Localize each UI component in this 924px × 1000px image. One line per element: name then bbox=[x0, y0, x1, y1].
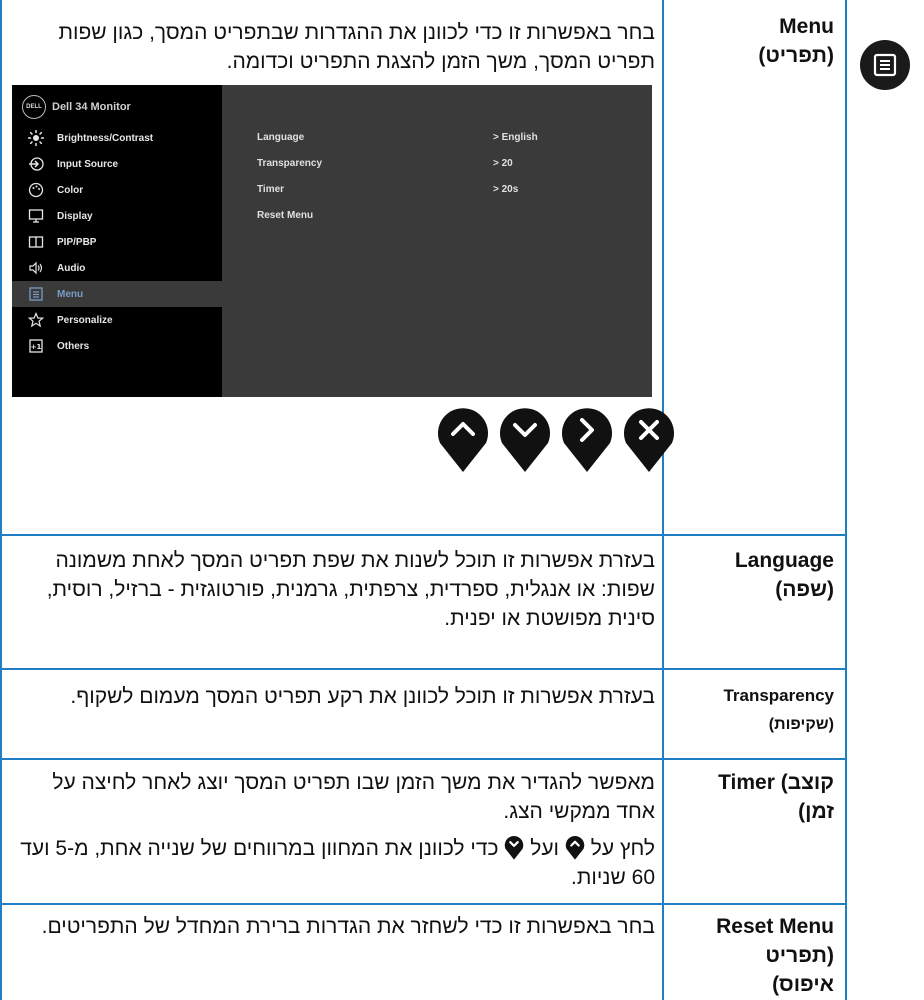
osd-menu-item[interactable]: Audio bbox=[12, 255, 222, 281]
osd-menu-item[interactable]: Menu bbox=[12, 281, 222, 307]
row-desc-language: בעזרת אפשרות זו תוכל לשנות את שפת תפריט … bbox=[10, 546, 655, 641]
row-name-en: Language bbox=[734, 549, 834, 572]
row-name-he1: (תפריט bbox=[765, 944, 834, 967]
osd-menu-item[interactable]: Color bbox=[12, 177, 222, 203]
osd-menu-item[interactable]: Input Source bbox=[12, 151, 222, 177]
row-desc-transparency: בעזרת אפשרות זו תוכל לכוונן את רקע תפריט… bbox=[10, 682, 655, 719]
row-name-transparency: Transparency (שקיפות) bbox=[696, 682, 834, 739]
osd-submenu-row[interactable]: Language > English bbox=[257, 132, 637, 154]
pip-icon bbox=[25, 234, 47, 250]
osd-submenu-row[interactable]: Reset Menu bbox=[257, 210, 637, 232]
row-name-line1: Timer (קוצב bbox=[718, 771, 834, 794]
osd-menu-item[interactable]: +1 Others bbox=[12, 333, 222, 359]
osd-menu-label: Audio bbox=[57, 262, 86, 274]
up-icon[interactable] bbox=[436, 403, 490, 473]
osd-submenu-row[interactable]: Transparency > 20 bbox=[257, 158, 637, 180]
osd-menu-label: PIP/PBP bbox=[57, 236, 97, 248]
osd-submenu-value: > 20s bbox=[493, 184, 519, 195]
osd-title: Dell 34 Monitor bbox=[52, 101, 131, 113]
osd-submenu-label: Language bbox=[257, 132, 305, 143]
desc-text: בעזרת אפשרות זו תוכל לכוונן את רקע תפריט… bbox=[70, 685, 655, 708]
display-icon bbox=[25, 208, 47, 224]
osd-submenu-label: Reset Menu bbox=[257, 210, 314, 221]
row-desc-timer: מאפשר להגדיר את משך הזמן שבו תפריט המסך … bbox=[10, 768, 655, 900]
osd-menu-item[interactable]: Personalize bbox=[12, 307, 222, 333]
osd-submenu-label: Timer bbox=[257, 184, 285, 195]
speaker-icon bbox=[25, 260, 47, 276]
input-icon bbox=[25, 156, 47, 172]
palette-icon bbox=[25, 182, 47, 198]
table-rule bbox=[0, 668, 846, 670]
dell-logo: DELL bbox=[22, 95, 46, 119]
section-icon-cell bbox=[846, 0, 924, 165]
desc-text: בחר באפשרות זו כדי לשחזר את הגדרות ברירת… bbox=[41, 915, 655, 938]
osd-menu-item[interactable]: Display bbox=[12, 203, 222, 229]
desc-text: בעזרת אפשרות זו תוכל לשנות את שפת תפריט … bbox=[46, 549, 655, 630]
table-rule bbox=[662, 0, 664, 1000]
row-name-en: Transparency bbox=[723, 686, 834, 705]
down-icon[interactable] bbox=[498, 403, 552, 473]
osd-menu-label: Others bbox=[57, 340, 90, 352]
osd-submenu-value: > English bbox=[493, 132, 538, 143]
row-name-menu: Menu (תפריט) bbox=[696, 12, 834, 70]
osd-submenu-value: > 20 bbox=[493, 158, 513, 169]
row-name-language: Language (שפה) bbox=[696, 546, 834, 604]
menu-icon bbox=[860, 40, 910, 90]
others-icon: +1 bbox=[25, 338, 47, 354]
svg-text:+1: +1 bbox=[31, 343, 42, 351]
close-icon[interactable] bbox=[622, 403, 676, 473]
row-name-he: (שקיפות) bbox=[768, 716, 834, 733]
osd-submenu-row[interactable]: Timer > 20s bbox=[257, 184, 637, 206]
desc-text: בחר באפשרות זו כדי לכוונן את ההגדרות שבת… bbox=[58, 21, 655, 73]
osd-menu-label: Personalize bbox=[57, 314, 113, 326]
table-rule bbox=[0, 903, 846, 905]
table-rule bbox=[0, 758, 846, 760]
osd-menu-label: Input Source bbox=[57, 158, 119, 170]
row-desc-menu: בחר באפשרות זו כדי לכוונן את ההגדרות שבת… bbox=[10, 18, 655, 84]
right-icon[interactable] bbox=[560, 403, 614, 473]
row-name-en: Reset Menu bbox=[716, 915, 834, 938]
desc-text: מאפשר להגדיר את משך הזמן שבו תפריט המסך … bbox=[52, 771, 655, 823]
row-name-reset: Reset Menu (תפריט איפוס) bbox=[696, 912, 834, 999]
osd-menu-label: Color bbox=[57, 184, 84, 196]
osd-menu-item[interactable]: Brightness/Contrast bbox=[12, 125, 222, 151]
down-icon bbox=[505, 835, 524, 860]
up-icon bbox=[565, 835, 585, 860]
osd-menu-label: Brightness/Contrast bbox=[57, 132, 154, 144]
osd-submenu-label: Transparency bbox=[257, 158, 323, 169]
row-name-timer: Timer (קוצב זמן) bbox=[696, 768, 834, 826]
osd-header: DELL Dell 34 Monitor bbox=[22, 95, 131, 119]
menu-icon bbox=[25, 286, 47, 302]
osd-screenshot: DELL Dell 34 Monitor Brightness/Contrast… bbox=[12, 85, 652, 397]
star-icon bbox=[25, 312, 47, 328]
row-desc-reset: בחר באפשרות זו כדי לשחזר את הגדרות ברירת… bbox=[10, 912, 655, 949]
sun-icon bbox=[25, 130, 47, 146]
row-name-line2: זמן) bbox=[798, 800, 834, 823]
osd-nav-buttons bbox=[436, 403, 676, 473]
row-name-he2: איפוס) bbox=[772, 973, 834, 996]
osd-menu-item[interactable]: PIP/PBP bbox=[12, 229, 222, 255]
row-name-en: Menu bbox=[779, 15, 834, 38]
osd-menu-label: Menu bbox=[57, 288, 84, 300]
table-rule bbox=[0, 534, 846, 536]
table-rule bbox=[0, 0, 2, 1000]
desc-text-buttons: לחץ על ועל כדי לכוונן את המחוון במרווחים… bbox=[10, 834, 655, 892]
osd-menu-panel: DELL Dell 34 Monitor Brightness/Contrast… bbox=[12, 85, 222, 397]
row-name-he: (תפריט) bbox=[758, 44, 834, 67]
row-name-he: (שפה) bbox=[775, 578, 834, 601]
osd-menu-label: Display bbox=[57, 210, 93, 222]
